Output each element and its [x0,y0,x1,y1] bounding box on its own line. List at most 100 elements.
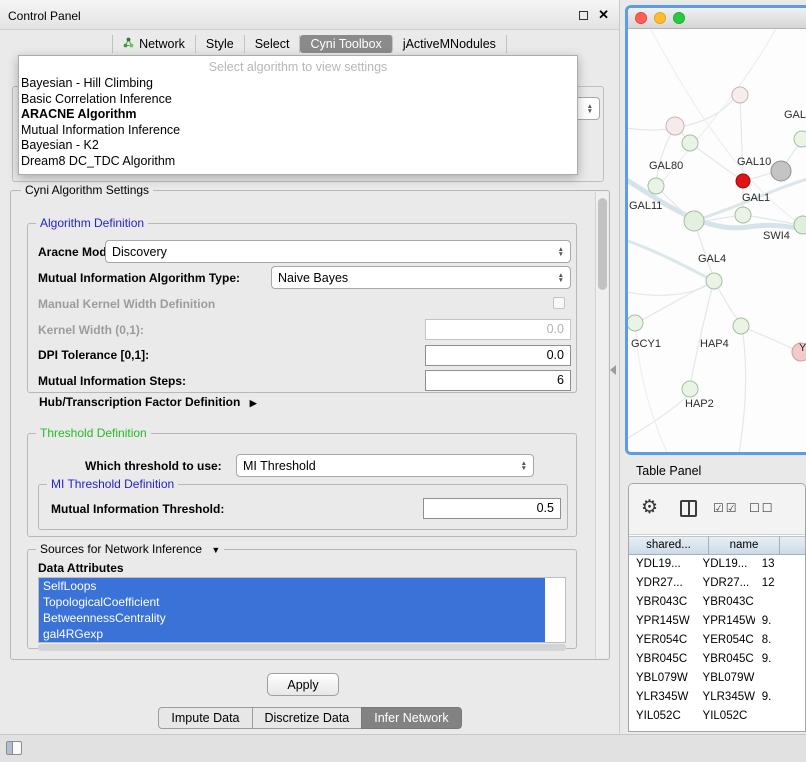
tab-style[interactable]: Style [196,35,245,53]
columns-icon[interactable] [680,500,697,517]
settings-scrollbar[interactable] [595,192,608,658]
close-window-icon[interactable] [635,12,647,24]
tab-infer-network[interactable]: Infer Network [361,707,461,729]
network-node[interactable] [706,273,722,289]
float-panel-icon[interactable] [579,11,588,20]
network-canvas[interactable]: GAL80GAL10GAL11GAL1SWI4GAL4GCY1HAP4HAP2G… [628,29,806,452]
network-node[interactable] [735,207,751,223]
mi-threshold-definition-group: MI Threshold Definition Mutual Informati… [38,484,568,530]
table-cell: YDR27... [696,574,755,593]
show-panel-icon[interactable] [6,741,22,755]
splitter-collapse-arrow[interactable] [610,365,616,375]
tab-label: Cyni Toolbox [310,37,381,51]
mi-algorithm-type-combo[interactable]: Naive Bayes ▲▼ [271,266,571,289]
network-edge[interactable] [628,396,687,441]
data-mode-tabs: Impute DataDiscretize DataInfer Network [0,707,620,729]
table-row[interactable]: YDR27...YDR27...12 [629,574,805,593]
attribute-item[interactable]: TopologicalCoefficient [39,594,545,610]
network-edge[interactable] [751,216,795,224]
threshold-definition-title: Threshold Definition [36,426,151,440]
apply-button[interactable]: Apply [267,673,339,696]
table-row[interactable]: YDL19...YDL19...13 [629,555,805,574]
network-node[interactable] [771,161,791,181]
table-row[interactable]: YBR043CYBR043C [629,593,805,612]
attribute-item[interactable]: SelfLoops [39,578,545,594]
expand-right-icon[interactable]: ▶ [250,398,257,408]
network-edge[interactable] [690,143,739,178]
table-cell: YLR345W [696,688,755,707]
network-node[interactable] [648,178,664,194]
collapse-down-icon[interactable]: ▼ [211,545,220,555]
algorithm-option[interactable]: ARACNE Algorithm [19,107,577,123]
tab-discretize-data[interactable]: Discretize Data [252,707,363,729]
deselect-all-checkboxes-icon[interactable]: ☐☐ [749,501,775,515]
network-node[interactable] [732,87,748,103]
close-panel-icon[interactable]: ✕ [598,0,609,30]
table-row[interactable]: YPR145WYPR145W9. [629,612,805,631]
column-header[interactable] [780,536,806,555]
mi-threshold-field[interactable]: 0.5 [423,498,561,519]
mi-algorithm-type-label: Mutual Information Algorithm Type: [38,271,240,285]
select-all-checkboxes-icon[interactable]: ☑☑ [713,501,739,515]
hub-definition-section[interactable]: Hub/Transcription Factor Definition ▶ [39,395,257,409]
network-node[interactable] [666,117,684,135]
table-row[interactable]: YIL052CYIL052C [629,707,805,726]
status-bar [0,734,806,762]
network-edge[interactable] [628,286,706,295]
algorithm-option[interactable]: Bayesian - Hill Climbing [19,76,577,92]
network-edge[interactable] [738,334,746,455]
algorithm-dropdown-popup: Select algorithm to view settings Bayesi… [18,55,578,175]
network-edge[interactable] [718,288,738,319]
network-window-titlebar[interactable] [628,8,806,29]
mi-steps-field[interactable]: 6 [425,370,571,391]
algorithm-option[interactable]: Bayesian - K2 [19,138,577,154]
network-edge[interactable] [748,329,793,349]
tab-select[interactable]: Select [245,35,301,53]
table-cell: YDL19... [696,555,755,574]
network-node[interactable] [682,381,698,397]
mi-threshold-definition-title: MI Threshold Definition [47,477,178,491]
tab-jactivemnodules[interactable]: jActiveMNodules [393,35,507,53]
table-cell: 12 [755,574,805,593]
column-header[interactable]: shared... [629,536,709,555]
network-node[interactable] [682,135,698,151]
control-panel-titlebar: Control Panel ✕ [0,0,619,30]
attribute-item[interactable]: gal4RGexp [39,626,545,642]
algorithm-option[interactable]: Basic Correlation Inference [19,92,577,108]
zoom-window-icon[interactable] [673,12,685,24]
tab-network[interactable]: Network [112,35,196,53]
manual-kernel-width-checkbox[interactable] [553,297,565,309]
minimize-window-icon[interactable] [654,12,666,24]
table-cell [755,669,805,688]
network-graph[interactable]: GAL80GAL10GAL11GAL1SWI4GAL4GCY1HAP4HAP2G… [628,29,806,455]
node-label: GAL [784,109,806,121]
settings-scrollbar-thumb[interactable] [598,198,607,290]
dpi-tolerance-field[interactable]: 0.0 [425,345,571,366]
tab-impute-data[interactable]: Impute Data [158,707,252,729]
network-node[interactable] [794,216,806,234]
network-node[interactable] [628,315,643,331]
network-node[interactable] [684,211,704,231]
kernel-width-field[interactable]: 0.0 [425,319,571,340]
table-row[interactable]: YLR345WYLR345W9. [629,688,805,707]
table-row[interactable]: YBR045CYBR045C9. [629,650,805,669]
attributes-hscrollbar[interactable] [38,644,566,651]
column-header[interactable]: name [709,536,780,555]
gear-icon[interactable]: ⚙ [641,496,658,519]
aracne-mode-combo[interactable]: Discovery ▲▼ [105,240,571,263]
algorithm-option[interactable]: Dream8 DC_TDC Algorithm [19,154,577,170]
network-edge[interactable] [697,230,712,273]
table-row[interactable]: YBL079WYBL079W [629,669,805,688]
which-threshold-combo[interactable]: MI Threshold ▲▼ [236,454,534,477]
algorithm-option[interactable]: Mutual Information Inference [19,123,577,139]
tab-cyni-toolbox[interactable]: Cyni Toolbox [300,35,392,53]
network-edge[interactable] [750,173,772,179]
network-node[interactable] [736,174,750,188]
table-row[interactable]: YER054CYER054C8. [629,631,805,650]
table-cell: YBR045C [629,650,696,669]
network-node[interactable] [733,318,749,334]
kernel-width-label: Kernel Width (0,1): [38,323,144,337]
network-edge[interactable] [691,288,712,381]
attribute-item[interactable]: BetweennessCentrality [39,610,545,626]
network-node[interactable] [794,131,806,147]
